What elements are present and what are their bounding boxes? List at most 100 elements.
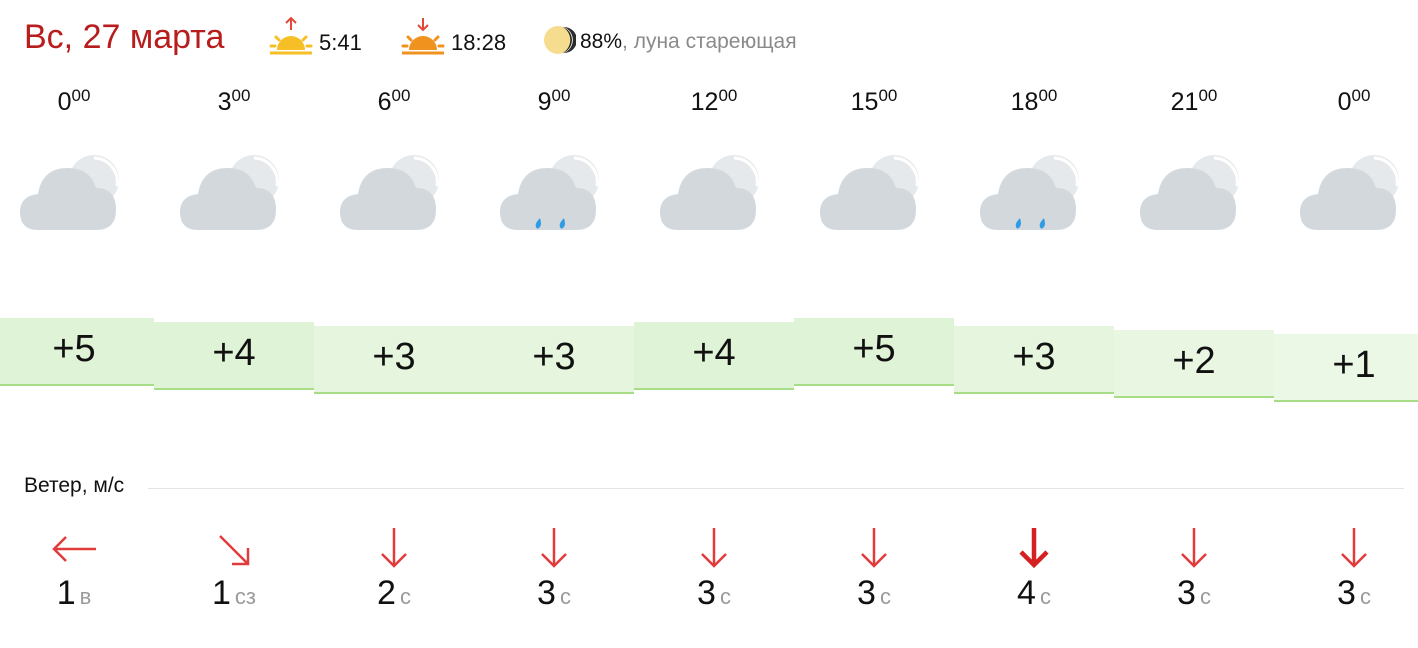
wind-value: 1 сз: [154, 574, 314, 613]
temperature-value: +1: [1332, 344, 1376, 386]
wind-arrow-north-icon: [381, 528, 407, 568]
hour-value: 0: [1337, 88, 1352, 116]
cloudy-light-rain-icon: [500, 155, 599, 230]
temperature-value: +5: [852, 328, 896, 370]
wind-direction: сз: [234, 584, 256, 609]
cloudy-icon: [20, 155, 119, 230]
temperature-value: +5: [52, 328, 96, 370]
wind-direction: в: [79, 584, 92, 609]
wind-speed: 3: [537, 574, 556, 612]
forecast-column: 000 +5 1в: [0, 80, 154, 640]
wind-direction: с: [559, 584, 571, 609]
wind-value: 3с: [1114, 574, 1274, 613]
temperature-value: +4: [692, 332, 736, 374]
hour-value: 9: [537, 88, 552, 116]
hour-minutes: 00: [231, 86, 251, 105]
wind-value: 2с: [314, 574, 474, 613]
hour-minutes: 00: [1198, 86, 1218, 105]
hour-minutes: 00: [1351, 86, 1371, 105]
cloudy-icon: [1300, 155, 1399, 230]
wind-direction: с: [879, 584, 891, 609]
temperature-value: +3: [372, 336, 416, 378]
hour-label: 600: [314, 86, 474, 117]
forecast-column: 1800 +3 4с: [954, 80, 1114, 640]
forecast-column: 000 +1 3с: [1274, 80, 1418, 640]
wind-speed: 3: [1337, 574, 1356, 612]
wind-arrow-north-icon: [541, 528, 567, 568]
wind-arrow-north-icon: [1181, 528, 1207, 568]
hour-value: 15: [850, 88, 879, 116]
wind-direction: с: [1359, 584, 1371, 609]
cloudy-icon: [180, 155, 279, 230]
hour-label: 000: [1274, 86, 1418, 117]
forecast-column: 300 +4 1 сз: [154, 80, 314, 640]
wind-arrow-north-icon: [701, 528, 727, 568]
wind-speed: 3: [1177, 574, 1196, 612]
wind-arrow-north-strong-icon: [1019, 528, 1049, 569]
hour-minutes: 00: [391, 86, 411, 105]
hour-minutes: 00: [878, 86, 898, 105]
cloudy-light-rain-icon: [980, 155, 1079, 230]
forecast-column: 2100 +2 3с: [1114, 80, 1274, 640]
wind-value: 3с: [634, 574, 794, 613]
wind-arrow-north-icon: [861, 528, 887, 568]
wind-speed: 3: [857, 574, 876, 612]
forecast-column: 1200 +4 3с: [634, 80, 794, 640]
wind-arrow-east-icon: [52, 536, 96, 562]
hour-value: 21: [1170, 88, 1199, 116]
wind-value: 1в: [0, 574, 154, 613]
sunset-icon: [401, 18, 445, 55]
moon-phase: , луна стареющая: [622, 30, 797, 53]
moon-percent: 88%: [580, 30, 623, 53]
hour-label: 2100: [1114, 86, 1274, 117]
forecast-column: 600 +3 2с: [314, 80, 474, 640]
wind-direction: с: [399, 584, 411, 609]
hour-minutes: 00: [718, 86, 738, 105]
hour-label: 1500: [794, 86, 954, 117]
hour-label: 300: [154, 86, 314, 117]
wind-value: 4с: [954, 574, 1114, 613]
hour-minutes: 00: [71, 86, 91, 105]
wind-speed: 1: [56, 574, 76, 612]
cloudy-icon: [820, 155, 919, 230]
day-date: Вс, 27 марта: [24, 18, 225, 56]
temperature-value: +3: [532, 336, 576, 378]
hour-value: 18: [1010, 88, 1039, 116]
hour-value: 0: [57, 88, 72, 116]
hour-label: 1200: [634, 86, 794, 117]
forecast-column: 1500 +5 3с: [794, 80, 954, 640]
hour-minutes: 00: [551, 86, 571, 105]
sunset-time: 18:28: [451, 30, 507, 55]
hour-label: 000: [0, 86, 154, 117]
wind-arrow-northwest-icon: [219, 535, 250, 566]
wind-section-label: Ветер, м/с: [24, 474, 125, 497]
wind-direction: с: [1039, 584, 1051, 609]
moon-info: 88%, луна стареющая: [580, 30, 797, 54]
sunrise-time: 5:41: [319, 30, 362, 55]
hour-value: 3: [217, 88, 232, 116]
cloudy-icon: [1140, 155, 1239, 230]
forecast-column: 900 +3 3с: [474, 80, 634, 640]
wind-speed: 2: [377, 574, 396, 612]
wind-speed: 1: [211, 574, 231, 612]
temperature-value: +2: [1172, 340, 1216, 382]
wind-value: 3с: [794, 574, 954, 613]
wind-value: 3с: [1274, 574, 1418, 613]
wind-value: 3с: [474, 574, 634, 613]
wind-divider: [148, 488, 1404, 489]
sunrise-icon: [269, 16, 313, 55]
temperature-value: +4: [212, 332, 256, 374]
wind-direction: с: [1199, 584, 1211, 609]
cloudy-icon: [340, 155, 439, 230]
cloudy-icon: [660, 155, 759, 230]
wind-speed: 3: [697, 574, 716, 612]
temperature-value: +3: [1012, 336, 1056, 378]
wind-direction: с: [719, 584, 731, 609]
wind-speed: 4: [1017, 574, 1036, 612]
hour-value: 12: [690, 88, 719, 116]
day-header: Вс, 27 марта 5:41 18:28 88%, луна старею…: [24, 14, 1404, 64]
hour-minutes: 00: [1038, 86, 1058, 105]
wind-arrow-north-icon: [1341, 528, 1367, 568]
moon-icon: [544, 26, 576, 54]
hour-label: 900: [474, 86, 634, 117]
